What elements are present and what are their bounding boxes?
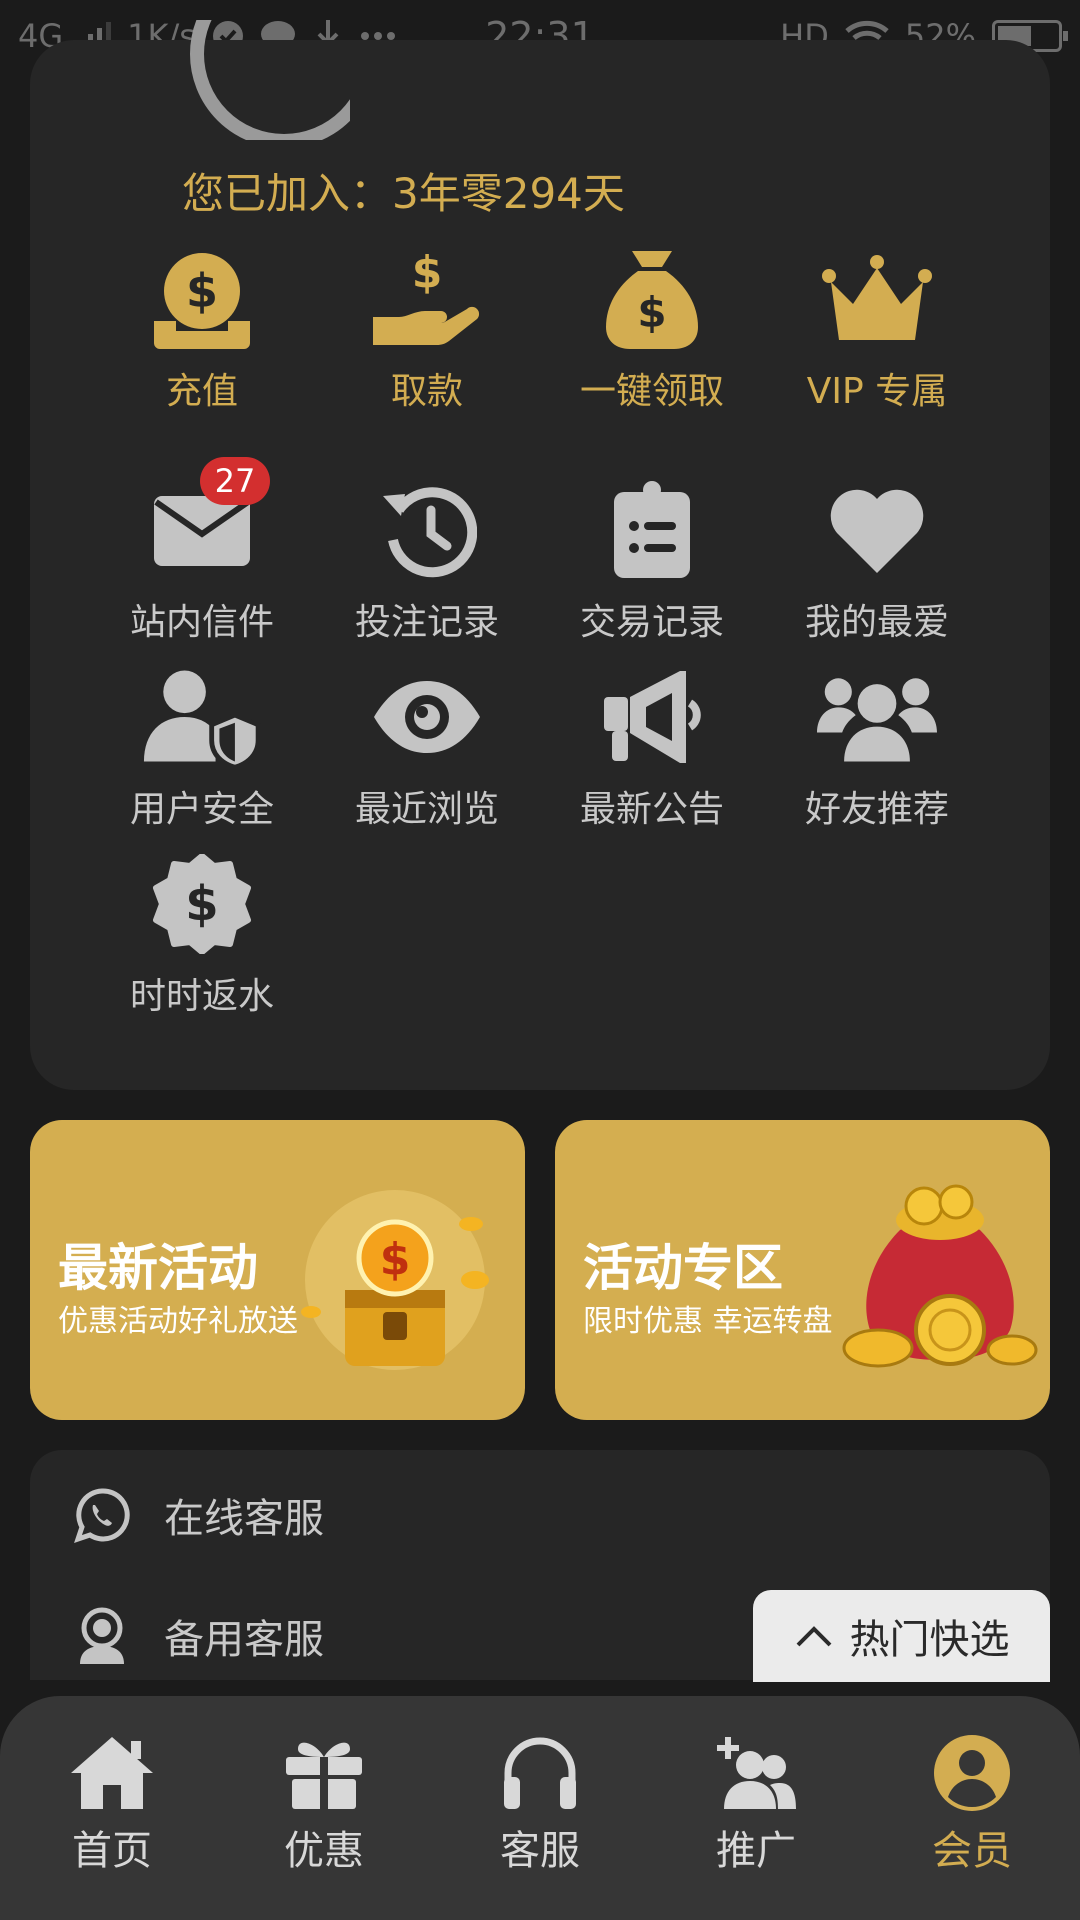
recent-browse-label: 最近浏览 [354, 789, 499, 830]
eye-icon [367, 662, 487, 772]
announcements-button[interactable]: 最新公告 [552, 662, 752, 832]
vip-label: VIP 专属 [806, 371, 948, 412]
nav-member-label: 会员 [932, 1828, 1012, 1874]
support-agent-icon [80, 1607, 124, 1664]
dollar-badge-icon: $ [142, 849, 262, 959]
heart-icon [817, 475, 937, 585]
event-zone-subtitle: 限时优惠 幸运转盘 [583, 1304, 833, 1339]
nav-support-label: 客服 [500, 1828, 580, 1874]
refer-friends-label: 好友推荐 [804, 789, 949, 830]
whatsapp-icon [74, 1488, 130, 1543]
home-icon [12, 1732, 212, 1814]
withdraw-button[interactable]: $ 取款 [327, 244, 527, 414]
nav-promote-label: 推广 [716, 1828, 796, 1874]
event-zone-card[interactable]: 活动专区 限时优惠 幸运转盘 [555, 1120, 1050, 1420]
latest-events-subtitle: 优惠活动好礼放送 [58, 1304, 298, 1339]
member-screen: 4G 1K/s 22:31 HD 52% 您已加入：3年零294天 $ 充值 $… [0, 0, 1080, 1920]
bottom-nav: 首页 优惠 客服 推广 会员 [0, 1696, 1080, 1920]
online-support-item[interactable]: 在线客服 [74, 1486, 324, 1544]
megaphone-icon [592, 662, 712, 772]
favorites-label: 我的最爱 [804, 602, 949, 643]
nav-support[interactable]: 客服 [440, 1732, 640, 1876]
history-icon [367, 475, 487, 585]
nav-offers-label: 优惠 [284, 1828, 364, 1874]
hot-picks-label: 热门快选 [849, 1617, 1010, 1663]
recent-browse-button[interactable]: 最近浏览 [327, 662, 527, 832]
refer-friends-button[interactable]: 好友推荐 [777, 662, 977, 832]
latest-events-card[interactable]: 最新活动 优惠活动好礼放送 $ [30, 1120, 525, 1420]
member-card: 您已加入：3年零294天 $ 充值 $ 取款 $ 一键领取 VIP 专属 27 … [30, 20, 1050, 1090]
latest-events-title: 最新活动 [58, 1239, 258, 1297]
online-support-label: 在线客服 [164, 1496, 324, 1542]
inbox-button[interactable]: 27 站内信件 [102, 457, 302, 645]
svg-text:$: $ [412, 247, 443, 298]
users-icon [817, 662, 937, 772]
joined-duration: 您已加入：3年零294天 [182, 169, 625, 218]
rebate-button[interactable]: $ 时时返水 [102, 849, 302, 1019]
nav-member[interactable]: 会员 [872, 1732, 1072, 1876]
hot-picks-button[interactable]: 热门快选 [753, 1590, 1050, 1682]
user-shield-icon [142, 662, 262, 772]
svg-text:$: $ [380, 1234, 411, 1285]
nav-promote[interactable]: 推广 [656, 1732, 856, 1876]
gift-icon [224, 1732, 424, 1814]
backup-support-item[interactable]: 备用客服 [74, 1606, 324, 1666]
bet-history-label: 投注记录 [354, 602, 499, 643]
add-user-icon [656, 1732, 856, 1814]
mail-icon: 27 [142, 457, 270, 585]
svg-text:$: $ [185, 876, 218, 932]
rebate-label: 时时返水 [129, 976, 274, 1017]
money-bag-icon: $ [592, 244, 712, 354]
nav-home[interactable]: 首页 [12, 1732, 212, 1876]
treasure-chest-image: $ [301, 1190, 489, 1370]
deposit-icon: $ [142, 244, 262, 354]
deposit-label: 充值 [165, 371, 238, 412]
crown-icon [817, 244, 937, 354]
svg-text:$: $ [186, 264, 218, 318]
withdraw-icon: $ [367, 244, 487, 354]
announcements-label: 最新公告 [579, 789, 724, 830]
deposit-button[interactable]: $ 充值 [102, 244, 302, 414]
backup-support-label: 备用客服 [164, 1617, 324, 1663]
nav-home-label: 首页 [72, 1828, 152, 1874]
transaction-history-label: 交易记录 [579, 602, 724, 643]
user-security-button[interactable]: 用户安全 [102, 662, 302, 832]
claim-all-label: 一键领取 [579, 371, 724, 412]
clipboard-icon [592, 475, 712, 585]
vip-button[interactable]: VIP 专属 [777, 244, 977, 414]
event-zone-title: 活动专区 [583, 1239, 783, 1297]
unread-badge: 27 [200, 457, 270, 505]
bet-history-button[interactable]: 投注记录 [327, 475, 527, 645]
claim-all-button[interactable]: $ 一键领取 [552, 244, 752, 414]
svg-text:$: $ [637, 288, 666, 337]
favorites-button[interactable]: 我的最爱 [777, 475, 977, 645]
chevron-up-icon [796, 1626, 831, 1647]
transaction-history-button[interactable]: 交易记录 [552, 475, 752, 645]
inbox-label: 站内信件 [129, 602, 274, 643]
lucky-bag-image [842, 1184, 1038, 1368]
nav-offers[interactable]: 优惠 [224, 1732, 424, 1876]
profile-icon [872, 1732, 1072, 1814]
avatar[interactable] [190, 20, 350, 140]
headphones-icon [440, 1732, 640, 1814]
withdraw-label: 取款 [390, 371, 463, 412]
user-security-label: 用户安全 [129, 789, 274, 830]
